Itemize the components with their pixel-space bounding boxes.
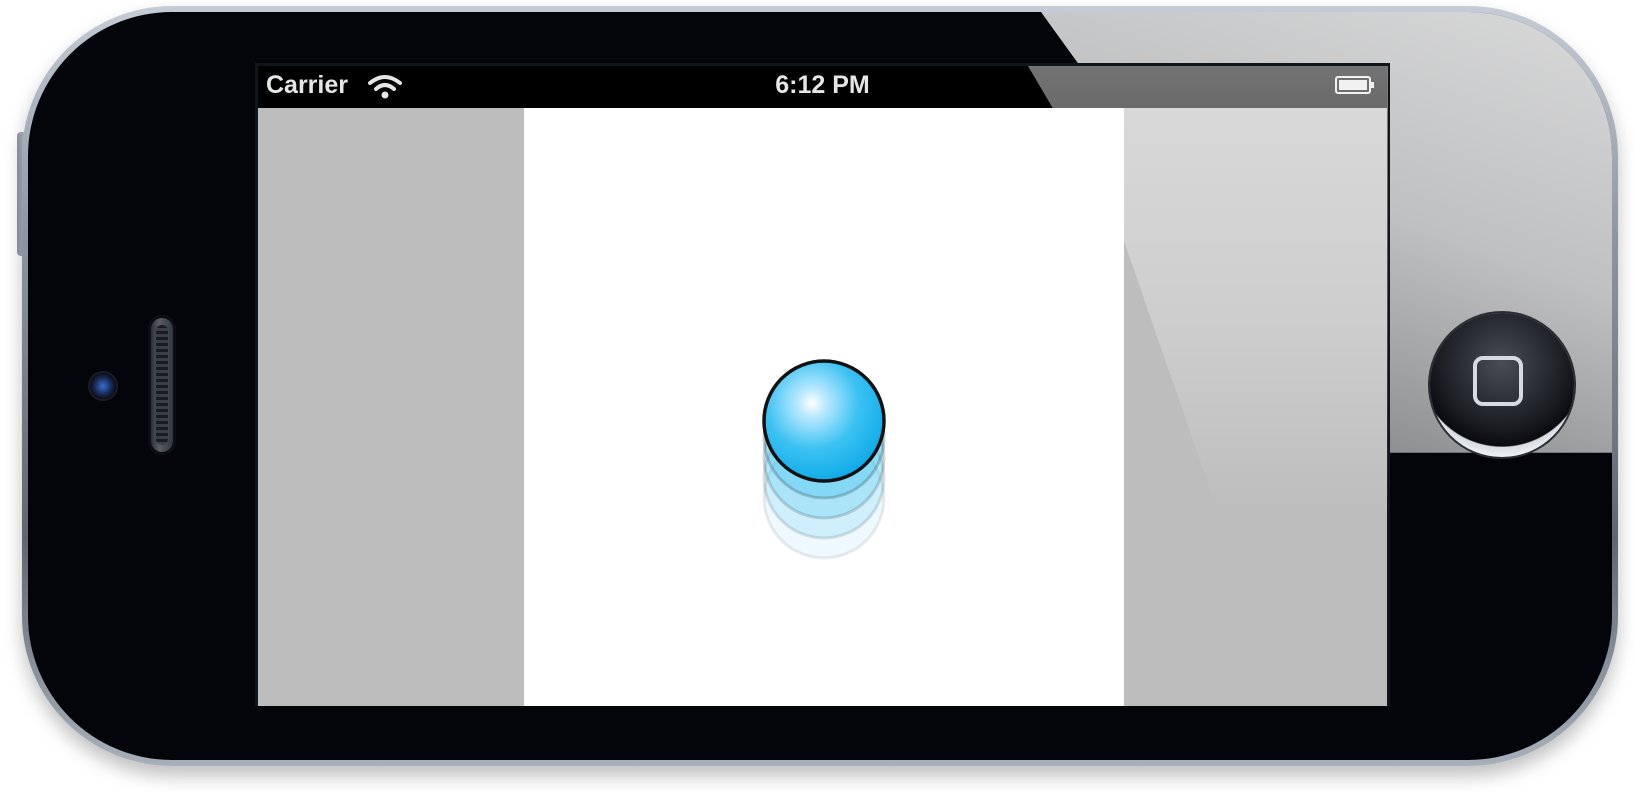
status-bar: Carrier 6:12 PM — [258, 66, 1387, 108]
simulator-canvas: Carrier 6:12 PM — [0, 0, 1635, 791]
home-button-icon — [1473, 356, 1523, 406]
front-camera-icon — [90, 373, 116, 399]
ball-drawing — [762, 359, 886, 560]
status-time: 6:12 PM — [775, 71, 870, 99]
ball[interactable] — [762, 359, 886, 483]
left-side-panel — [258, 108, 524, 706]
app-content — [258, 66, 1388, 706]
right-side-panel — [1124, 108, 1387, 706]
device-screen: Carrier 6:12 PM — [255, 63, 1390, 706]
earpiece-speaker-icon — [148, 315, 176, 455]
battery-icon — [1335, 76, 1374, 94]
animation-view[interactable] — [524, 108, 1124, 706]
home-button[interactable] — [1430, 313, 1574, 457]
